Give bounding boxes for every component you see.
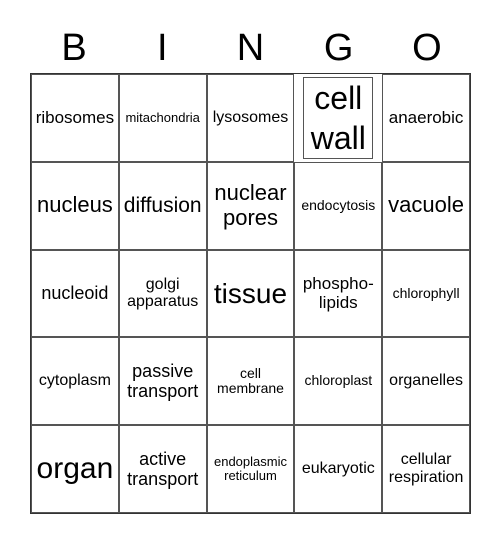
bingo-cell[interactable]: active transport xyxy=(118,425,207,513)
bingo-cell[interactable]: mitachondria xyxy=(118,74,207,162)
bingo-cell[interactable]: tissue xyxy=(206,249,295,338)
bingo-cell[interactable]: organ xyxy=(31,425,119,513)
bingo-cell[interactable]: passive transport xyxy=(118,337,207,426)
bingo-cell[interactable]: ribosomes xyxy=(31,74,119,162)
bingo-cell[interactable]: nucleoid xyxy=(31,249,119,338)
header-letter-o: O xyxy=(412,27,442,69)
bingo-cell[interactable]: diffusion xyxy=(118,161,207,250)
header-letter-b: B xyxy=(61,27,87,69)
bingo-cell[interactable]: endoplasmic reticulum xyxy=(206,425,295,513)
bingo-cell[interactable]: nuclear pores xyxy=(206,161,295,250)
bingo-cell[interactable]: eukaryotic xyxy=(294,425,383,513)
bingo-cell[interactable]: lysosomes xyxy=(206,74,295,162)
bingo-cell[interactable]: cell wall xyxy=(303,76,374,159)
bingo-header: B I N G O xyxy=(30,22,471,74)
bingo-cell[interactable]: anaerobic xyxy=(382,74,470,162)
bingo-cell[interactable]: vacuole xyxy=(382,161,470,250)
header-letter-i: I xyxy=(157,27,168,69)
bingo-cell[interactable]: cellular respiration xyxy=(382,425,470,513)
bingo-cell[interactable]: chloroplast xyxy=(294,337,383,426)
bingo-cell[interactable]: phospho- lipids xyxy=(294,249,383,338)
bingo-cell[interactable]: cell membrane xyxy=(206,337,295,426)
bingo-cell[interactable]: golgi apparatus xyxy=(118,249,207,338)
bingo-cell[interactable]: nucleus xyxy=(31,161,119,250)
header-letter-n: N xyxy=(236,27,265,69)
bingo-cell[interactable]: chlorophyll xyxy=(382,249,470,338)
bingo-cell[interactable]: cytoplasm xyxy=(31,337,119,426)
bingo-cell[interactable]: endocytosis xyxy=(294,161,383,250)
header-letter-g: G xyxy=(323,27,354,69)
bingo-grid: ribosomes mitachondria lysosomes cell wa… xyxy=(30,73,471,514)
bingo-cell[interactable]: organelles xyxy=(382,337,470,426)
